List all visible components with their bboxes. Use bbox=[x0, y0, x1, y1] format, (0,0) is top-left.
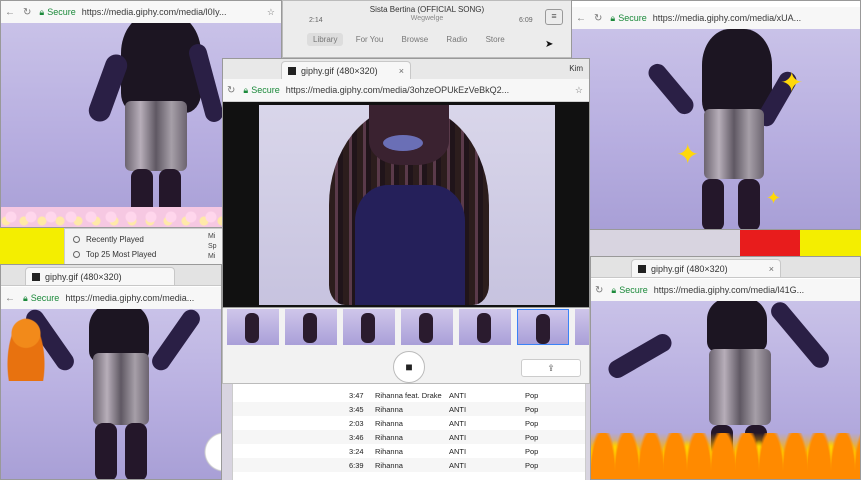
favicon-icon bbox=[638, 264, 646, 273]
camera-button[interactable]: ■ bbox=[393, 351, 425, 383]
profile-label[interactable]: Kim bbox=[569, 64, 583, 73]
elapsed-time: 2:14 bbox=[309, 17, 323, 24]
menu-item-recently-played[interactable]: Recently Played bbox=[73, 235, 144, 244]
browser-tab[interactable]: giphy.gif (480×320) × bbox=[631, 259, 781, 277]
address-bar: ← 🔒︎ Secure https://media.giphy.com/medi… bbox=[1, 287, 221, 310]
address-bar: ↻ 🔒︎ Secure https://media.giphy.com/medi… bbox=[591, 279, 860, 302]
menu-side-label: Sp bbox=[208, 243, 217, 250]
lock-icon: 🔒︎ bbox=[611, 284, 617, 295]
thumbnail[interactable] bbox=[343, 309, 395, 345]
thumbnail[interactable] bbox=[459, 309, 511, 345]
url-text[interactable]: https://media.giphy.com/media/l0Iy... bbox=[82, 7, 227, 17]
back-arrow-icon[interactable]: ← bbox=[5, 7, 15, 18]
cat-sticker bbox=[201, 429, 221, 475]
tab-radio[interactable]: Radio bbox=[446, 35, 467, 44]
gear-icon bbox=[73, 251, 80, 258]
tab-for-you[interactable]: For You bbox=[356, 35, 384, 44]
tab-strip: giphy.gif (480×320) bbox=[1, 265, 221, 286]
lock-icon: 🔒︎ bbox=[610, 12, 616, 23]
thumbnail[interactable] bbox=[227, 309, 279, 345]
bookmark-star-icon[interactable]: ☆ bbox=[267, 7, 275, 18]
browser-window-mid-right: giphy.gif (480×320) × ↻ 🔒︎ Secure https:… bbox=[590, 256, 861, 480]
gif-image-center bbox=[259, 105, 555, 305]
menu-item-top-25[interactable]: Top 25 Most Played bbox=[73, 250, 156, 259]
fire-overlay bbox=[591, 433, 860, 479]
secure-label: Secure bbox=[30, 293, 60, 303]
secure-label: Secure bbox=[47, 7, 76, 17]
reload-icon[interactable]: ↻ bbox=[227, 85, 235, 96]
bookmark-star-icon[interactable]: ☆ bbox=[575, 85, 583, 96]
tab-library[interactable]: Library bbox=[307, 33, 344, 46]
secure-label: Secure bbox=[619, 285, 648, 295]
clock-icon bbox=[73, 236, 80, 243]
gif-image-mid-left bbox=[1, 309, 221, 479]
gif-image-mid-right bbox=[591, 301, 860, 479]
thumbnail[interactable] bbox=[517, 309, 569, 345]
table-row[interactable]: 3:46 Rihanna ANTI Pop bbox=[233, 430, 585, 444]
thumbnail[interactable] bbox=[285, 309, 337, 345]
close-tab-icon[interactable]: × bbox=[399, 66, 404, 76]
browser-window-mid-left: giphy.gif (480×320) ← 🔒︎ Secure https://… bbox=[0, 264, 222, 480]
url-text[interactable]: https://media.giphy.com/media/xUA... bbox=[653, 13, 801, 23]
list-view-icon[interactable]: ≡ bbox=[545, 9, 563, 25]
url-text[interactable]: https://media.giphy.com/media/l41G... bbox=[654, 285, 804, 295]
lock-icon: 🔒︎ bbox=[23, 292, 28, 303]
secure-label: Secure bbox=[251, 85, 280, 95]
torso-shape bbox=[355, 185, 465, 305]
browser-tab[interactable]: giphy.gif (480×320) bbox=[25, 267, 175, 285]
lips-shape bbox=[383, 135, 423, 151]
sparkle-icon: ✦ bbox=[780, 67, 804, 98]
mouse-cursor-icon: ➤ bbox=[545, 39, 554, 50]
lock-icon: 🔒︎ bbox=[243, 84, 249, 95]
back-arrow-icon[interactable]: ← bbox=[5, 293, 15, 304]
itunes-window-top: Sista Bertina (OFFICIAL SONG) Wegwelge 2… bbox=[282, 0, 572, 58]
lock-icon: 🔒︎ bbox=[39, 6, 45, 17]
table-row[interactable]: 3:47 Rihanna feat. Drake ANTI Pop bbox=[233, 388, 585, 402]
tab-browse[interactable]: Browse bbox=[402, 35, 429, 44]
itunes-menu-panel: Recently Played Top 25 Most Played Mi Sp… bbox=[64, 228, 234, 266]
tab-store[interactable]: Store bbox=[486, 35, 505, 44]
camera-icon: ■ bbox=[405, 360, 413, 374]
address-bar: ← ↻ 🔒︎ Secure https://media.giphy.com/me… bbox=[1, 1, 281, 24]
tab-strip: giphy.gif (480×320) × bbox=[591, 257, 860, 278]
yellow-block-left bbox=[0, 228, 70, 264]
yellow-red-block-right bbox=[740, 228, 861, 258]
secure-label: Secure bbox=[618, 13, 647, 23]
reload-icon[interactable]: ↻ bbox=[594, 13, 602, 24]
table-row[interactable]: 6:39 Rihanna ANTI Pop bbox=[233, 458, 585, 472]
favicon-icon bbox=[32, 272, 40, 281]
browser-tab[interactable]: giphy.gif (480×320) × bbox=[281, 61, 411, 79]
menu-side-label: Mi bbox=[208, 253, 216, 260]
close-tab-icon[interactable]: × bbox=[769, 264, 774, 274]
thumbnail[interactable] bbox=[401, 309, 453, 345]
url-text[interactable]: https://media.giphy.com/media/3ohzeOPUkE… bbox=[286, 85, 509, 95]
gif-image-top-right: ✦ ✦ ✦ bbox=[572, 29, 860, 229]
share-icon: ⇪ bbox=[547, 363, 555, 373]
thumbnail-strip bbox=[223, 309, 589, 347]
sparkle-icon: ✦ bbox=[676, 139, 700, 170]
browser-window-top-right: ← ↻ 🔒︎ Secure https://media.giphy.com/me… bbox=[571, 0, 861, 230]
favicon-icon bbox=[288, 66, 296, 75]
remaining-time: 6:09 bbox=[519, 17, 533, 24]
table-row[interactable]: 2:03 Rihanna ANTI Pop bbox=[233, 416, 585, 430]
share-button[interactable]: ⇪ bbox=[521, 359, 581, 377]
table-row[interactable]: 3:45 Rihanna ANTI Pop bbox=[233, 402, 585, 416]
address-bar: ← ↻ 🔒︎ Secure https://media.giphy.com/me… bbox=[572, 7, 860, 30]
thumbnail[interactable] bbox=[575, 309, 589, 345]
browser-window-center: giphy.gif (480×320) × Kim ↻ 🔒︎ Secure ht… bbox=[222, 58, 590, 308]
now-playing-title: Sista Bertina (OFFICIAL SONG) bbox=[369, 5, 485, 14]
itunes-tab-bar: Library For You Browse Radio Store bbox=[307, 33, 505, 46]
menu-side-label: Mi bbox=[208, 233, 216, 240]
itunes-song-list: ain es 3:47Rihanna feat. DrakeANTIPop 3:… bbox=[232, 380, 586, 480]
table-row[interactable]: 3:24 Rihanna ANTI Pop bbox=[233, 444, 585, 458]
url-text[interactable]: https://media.giphy.com/media... bbox=[65, 293, 194, 303]
address-bar: ↻ 🔒︎ Secure https://media.giphy.com/medi… bbox=[223, 79, 589, 102]
reload-icon[interactable]: ↻ bbox=[595, 285, 603, 296]
photo-booth-window: ■ ⇪ bbox=[222, 304, 590, 384]
back-arrow-icon[interactable]: ← bbox=[576, 13, 586, 24]
dog-sticker bbox=[5, 313, 47, 381]
sparkle-icon: ✦ bbox=[766, 188, 782, 208]
reload-icon[interactable]: ↻ bbox=[23, 7, 31, 18]
tab-strip: giphy.gif (480×320) × Kim bbox=[223, 59, 589, 80]
